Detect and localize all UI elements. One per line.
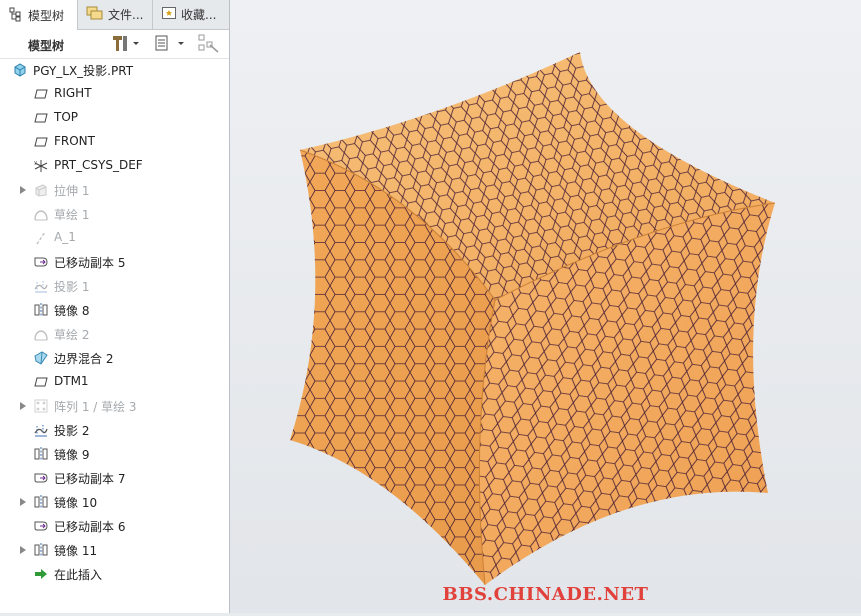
tree-item[interactable]: 在此插入: [0, 562, 229, 586]
tab-label: 文件...: [108, 8, 144, 22]
favorites-icon: [161, 5, 177, 24]
datum-plane-icon: [33, 110, 49, 126]
tab-label: 模型树: [28, 8, 65, 23]
star-cube-surface[interactable]: [290, 52, 776, 586]
folders-icon: [86, 5, 104, 24]
tree-item[interactable]: FRONT: [0, 130, 229, 154]
mirror-icon: [33, 494, 49, 510]
tree-item[interactable]: 投影 1: [0, 274, 229, 298]
svg-text:y: y: [34, 160, 37, 166]
pattern-icon: [33, 398, 49, 414]
extrude-icon: [33, 182, 49, 198]
datum-plane-icon: [33, 86, 49, 102]
tree-item[interactable]: 阵列 1 / 草绘 3: [0, 394, 229, 418]
tree-icon: [8, 6, 24, 25]
tree-item[interactable]: 镜像 11: [0, 538, 229, 562]
tree-item[interactable]: 镜像 9: [0, 442, 229, 466]
boundary-blend-icon: [33, 350, 49, 366]
tree-item-label: 边界混合 2: [54, 352, 114, 366]
projection-icon: [33, 422, 49, 438]
tab-model-tree[interactable]: 模型树: [0, 0, 78, 30]
tree-item-label: 在此插入: [54, 568, 103, 582]
tree-item[interactable]: 拉伸 1: [0, 178, 229, 202]
mirror-icon: [33, 302, 49, 318]
watermark-text: BBS.CHINADE.NET: [442, 584, 649, 605]
tab-favorites[interactable]: 收藏...: [153, 0, 229, 29]
sketch-icon: [33, 326, 49, 342]
tree-item[interactable]: DTM1: [0, 370, 229, 394]
tree-item-label: 镜像 9: [54, 448, 90, 462]
expand-arrow-icon[interactable]: [18, 184, 28, 196]
tree-root-part[interactable]: PGY_LX_投影.PRT: [0, 58, 229, 82]
show-list-icon: [153, 33, 187, 56]
tree-item[interactable]: 已移动副本 7: [0, 466, 229, 490]
filter-icon: [197, 33, 221, 56]
expand-arrow-icon[interactable]: [18, 496, 28, 508]
tab-label: 收藏...: [181, 8, 217, 22]
axis-icon: [33, 230, 49, 246]
tree-item-label: 已移动副本 7: [54, 472, 126, 486]
tree-item[interactable]: 草绘 2: [0, 322, 229, 346]
tree-item[interactable]: RIGHT: [0, 82, 229, 106]
model-tree: PGY_LX_投影.PRT RIGHT TOP FRONT y PRT_CSYS_DEF…: [0, 58, 229, 586]
tree-item-label: 投影 1: [54, 280, 90, 294]
model-tree-panel: 模型树 文件... 收藏... 模型树 PGY_LX_投影.PRT RIGHT …: [0, 0, 230, 613]
tree-item-label: 已移动副本 5: [54, 256, 126, 270]
tree-item-label: 投影 2: [54, 424, 90, 438]
panel-tab-bar: 模型树 文件... 收藏...: [0, 0, 229, 30]
tree-item-label: 镜像 10: [54, 496, 98, 510]
part-icon: [12, 62, 28, 78]
filter-button[interactable]: [197, 34, 221, 54]
show-button[interactable]: [153, 34, 187, 54]
csys-icon: y: [33, 158, 49, 174]
tree-item-label: RIGHT: [54, 86, 92, 100]
tree-item-label: 拉伸 1: [54, 184, 90, 198]
datum-plane-icon: [33, 374, 49, 390]
settings-button[interactable]: [110, 34, 140, 54]
moved-copy-icon: [33, 254, 49, 270]
tree-item-label: 已移动副本 6: [54, 520, 126, 534]
tree-item-label: 镜像 8: [54, 304, 90, 318]
tree-item-label: 草绘 1: [54, 208, 90, 222]
expand-arrow-icon[interactable]: [18, 544, 28, 556]
tree-item[interactable]: y PRT_CSYS_DEF: [0, 154, 229, 178]
tree-item[interactable]: 投影 2: [0, 418, 229, 442]
settings-tools-icon: [110, 33, 140, 56]
tree-item-label: TOP: [54, 110, 79, 124]
datum-plane-icon: [33, 134, 49, 150]
tree-item[interactable]: 镜像 8: [0, 298, 229, 322]
tree-item-label: 镜像 11: [54, 544, 98, 558]
tree-item-label: 草绘 2: [54, 328, 90, 342]
tree-item-label: DTM1: [54, 374, 89, 388]
panel-title: 模型树: [28, 39, 65, 53]
tree-item[interactable]: TOP: [0, 106, 229, 130]
tree-item-label: A_1: [54, 230, 76, 244]
tree-item[interactable]: 边界混合 2: [0, 346, 229, 370]
tree-item-label: PRT_CSYS_DEF: [54, 158, 143, 172]
mirror-icon: [33, 446, 49, 462]
sketch-icon: [33, 206, 49, 222]
tree-item[interactable]: 已移动副本 6: [0, 514, 229, 538]
graphics-viewport[interactable]: BBS.CHINADE.NET: [230, 0, 861, 613]
tab-folder-browser[interactable]: 文件...: [78, 0, 153, 29]
projection-icon: [33, 278, 49, 294]
moved-copy-icon: [33, 470, 49, 486]
mirror-icon: [33, 542, 49, 558]
insert-here-icon: [33, 566, 49, 582]
tree-item-label: 阵列 1 / 草绘 3: [54, 400, 137, 414]
tree-root-label: PGY_LX_投影.PRT: [33, 64, 134, 78]
expand-arrow-icon[interactable]: [18, 400, 28, 412]
tree-item[interactable]: 已移动副本 5: [0, 250, 229, 274]
tree-item[interactable]: A_1: [0, 226, 229, 250]
tree-item[interactable]: 镜像 10: [0, 490, 229, 514]
moved-copy-icon: [33, 518, 49, 534]
tree-item[interactable]: 草绘 1: [0, 202, 229, 226]
tree-item-label: FRONT: [54, 134, 95, 148]
model-tree-toolbar: 模型树: [0, 30, 229, 59]
3d-model-view[interactable]: [230, 0, 861, 613]
